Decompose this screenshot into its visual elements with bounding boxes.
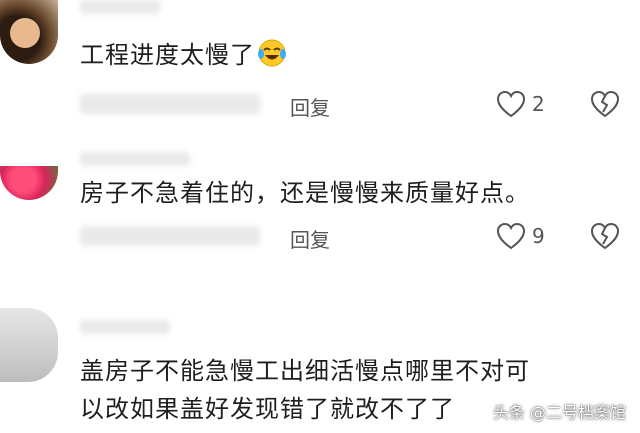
heart-icon [496,222,526,250]
comment-text: 工程进度太慢了 [80,36,287,74]
broken-heart-icon [590,222,620,250]
like-button[interactable]: 2 [496,90,545,118]
blurred-timestamp [80,94,260,114]
comment-text-content: 工程进度太慢了 [80,41,255,69]
dislike-button[interactable] [590,90,620,118]
comment-text-line-1: 盖房子不能急慢工出细活慢点哪里不对可 [80,357,530,385]
blurred-username [80,320,170,334]
comment-text-line-2: 以改如果盖好发现错了就改不了了 [80,395,455,423]
blurred-username [80,152,190,166]
laugh-cry-emoji-icon [257,38,287,68]
blurred-username [80,0,160,14]
heart-icon [496,90,526,118]
comment-text: 房子不急着住的，还是慢慢来质量好点。 [80,179,530,207]
broken-heart-icon [590,90,620,118]
reply-button[interactable]: 回复 [290,224,330,253]
like-count: 2 [532,92,545,116]
avatar[interactable] [0,166,58,200]
comment-2: 房子不急着住的，还是慢慢来质量好点。 回复 9 [0,150,640,270]
avatar[interactable] [0,0,58,64]
reply-button[interactable]: 回复 [290,92,330,121]
comment-1: 工程进度太慢了 回复 2 [0,0,640,140]
blurred-timestamp [80,226,260,246]
dislike-button[interactable] [590,222,620,250]
like-button[interactable]: 9 [496,222,545,250]
like-count: 9 [532,224,545,248]
avatar[interactable] [0,308,58,382]
watermark: 头条 @二号档案馆 [492,403,626,422]
